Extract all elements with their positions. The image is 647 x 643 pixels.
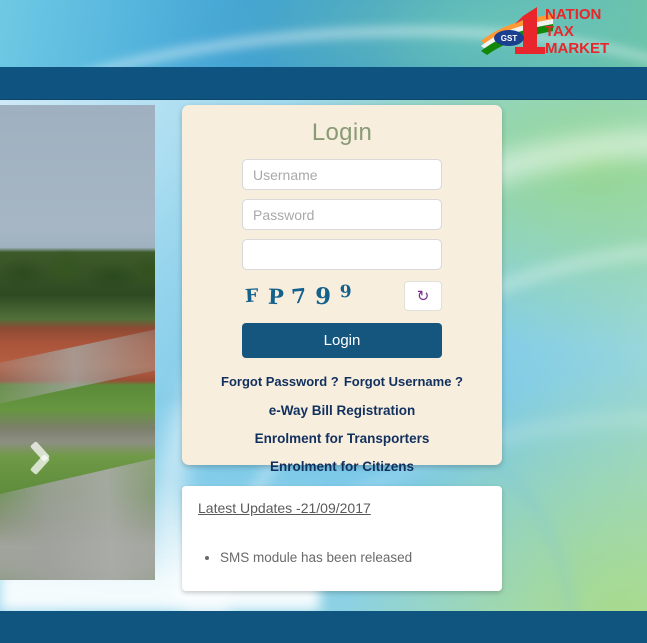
captcha-char: F	[244, 284, 260, 307]
list-item: SMS module has been released	[220, 550, 486, 566]
captcha-char: 7	[290, 283, 309, 309]
captcha-char: P	[267, 283, 284, 309]
carousel-photo	[0, 105, 155, 580]
enrolment-transporters-link[interactable]: Enrolment for Transporters	[220, 431, 464, 446]
photo-treeline	[0, 243, 155, 305]
login-panel: Login F P 7 9 9 ↻ Login Forgot Password …	[182, 105, 502, 474]
page-root: GST NATION TAX MARKET Login F P	[0, 0, 647, 643]
captcha-row: F P 7 9 9 ↻	[242, 281, 442, 311]
page-title: Login	[311, 119, 373, 146]
footer-bar	[0, 611, 647, 643]
latest-updates-panel: Latest Updates -21/09/2017 SMS module ha…	[182, 486, 502, 591]
captcha-input[interactable]	[242, 239, 442, 270]
captcha-char: 9	[339, 281, 353, 302]
svg-text:GST: GST	[501, 34, 518, 43]
svg-text:TAX: TAX	[545, 23, 574, 40]
captcha-char: 9	[314, 282, 332, 310]
password-input[interactable]	[242, 199, 442, 230]
captcha-image: F P 7 9 9	[242, 281, 404, 311]
login-button[interactable]: Login	[242, 323, 442, 358]
enrolment-citizens-link[interactable]: Enrolment for Citizens	[220, 459, 464, 474]
navigation-bar	[0, 67, 647, 100]
header-banner: GST NATION TAX MARKET	[0, 0, 647, 67]
forgot-username-link[interactable]: Forgot Username ?	[344, 374, 463, 389]
svg-text:MARKET: MARKET	[545, 40, 609, 57]
refresh-icon[interactable]: ↻	[404, 281, 442, 311]
photo-road-upper	[0, 323, 155, 407]
svg-text:NATION: NATION	[545, 6, 601, 23]
latest-updates-list: SMS module has been released	[220, 550, 486, 566]
forgot-links-row: Forgot Password ? Forgot Username ?	[221, 374, 463, 389]
registration-links: e-Way Bill Registration Enrolment for Tr…	[220, 403, 464, 474]
username-input[interactable]	[242, 159, 442, 190]
photo-road-lower	[0, 451, 155, 580]
eway-bill-registration-link[interactable]: e-Way Bill Registration	[220, 403, 464, 418]
gst-logo: GST NATION TAX MARKET	[479, 3, 639, 57]
image-carousel[interactable]	[0, 105, 155, 580]
latest-updates-title: Latest Updates -21/09/2017	[198, 500, 371, 516]
chevron-right-icon[interactable]	[30, 439, 60, 475]
forgot-password-link[interactable]: Forgot Password ?	[221, 374, 339, 389]
